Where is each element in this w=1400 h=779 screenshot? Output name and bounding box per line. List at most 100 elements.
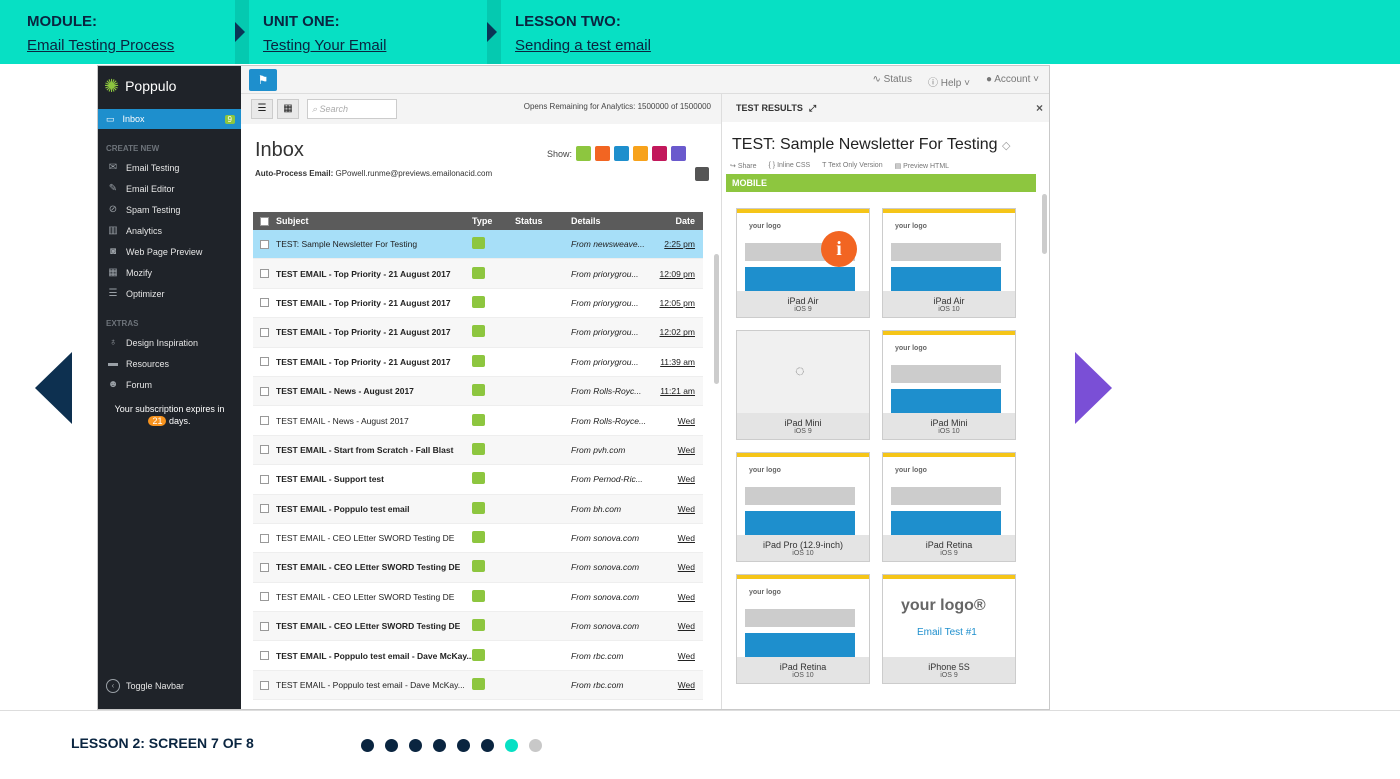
row-date[interactable]: Wed: [655, 621, 695, 631]
row-checkbox[interactable]: [260, 621, 269, 631]
notifications-button[interactable]: ⚑: [249, 69, 277, 91]
table-row[interactable]: TEST EMAIL - Support test From Pernod-Ric…: [253, 465, 703, 495]
row-checkbox[interactable]: [260, 504, 269, 514]
device-card[interactable]: your logo iPad Retina iOS 9: [882, 452, 1016, 562]
next-screen-arrow[interactable]: [1075, 352, 1112, 424]
table-row[interactable]: TEST EMAIL - Poppulo test email - Dave M…: [253, 670, 703, 701]
sidebar-item-web-page-preview[interactable]: ◙ Web Page Preview: [98, 241, 241, 262]
table-row[interactable]: TEST EMAIL - Poppulo test email From bh.c…: [253, 494, 703, 524]
column-subject[interactable]: Subject: [276, 216, 472, 226]
table-row[interactable]: TEST EMAIL - CEO LEtter SWORD Testing DE…: [253, 524, 703, 554]
table-row[interactable]: TEST: Sample Newsletter For Testing From …: [253, 230, 703, 260]
table-row[interactable]: TEST EMAIL - CEO LEtter SWORD Testing DE…: [253, 612, 703, 642]
row-date[interactable]: Wed: [655, 533, 695, 543]
sidebar-item-forum[interactable]: ☻ Forum: [98, 374, 241, 395]
progress-dot[interactable]: [409, 739, 422, 752]
inline-css-button[interactable]: { } Inline CSS: [769, 162, 811, 170]
row-date[interactable]: Wed: [655, 474, 695, 484]
row-checkbox[interactable]: [260, 533, 269, 543]
filter-analytics-icon[interactable]: [614, 146, 630, 161]
filter-spam-icon[interactable]: [595, 146, 611, 161]
select-all-checkbox[interactable]: [260, 216, 269, 226]
sidebar-item-spam-testing[interactable]: ⊘ Spam Testing: [98, 199, 241, 220]
sidebar-item-analytics[interactable]: ▥ Analytics: [98, 220, 241, 241]
table-row[interactable]: TEST EMAIL - Poppulo test email - Dave M…: [253, 641, 703, 671]
info-icon[interactable]: i: [821, 231, 857, 267]
row-date[interactable]: 2:25 pm: [655, 239, 695, 249]
text-only-button[interactable]: T Text Only Version: [822, 162, 882, 170]
row-checkbox[interactable]: [260, 327, 269, 337]
row-date[interactable]: 11:39 am: [655, 357, 695, 367]
column-type[interactable]: Type: [472, 216, 515, 226]
row-date[interactable]: Wed: [655, 504, 695, 514]
row-checkbox[interactable]: [260, 651, 269, 661]
table-row[interactable]: TEST EMAIL - Top Priority - 21 August 20…: [253, 289, 703, 319]
sidebar-item-inbox[interactable]: ▭ Inbox 9: [98, 109, 241, 129]
table-row[interactable]: TEST EMAIL - Top Priority - 21 August 20…: [253, 259, 703, 289]
row-checkbox[interactable]: [260, 239, 269, 249]
search-input[interactable]: ⌕ Search: [307, 99, 397, 119]
table-row[interactable]: TEST EMAIL - News - August 2017 From Roll…: [253, 406, 703, 436]
device-card[interactable]: your logo® Email Test #1 iPhone 5S iOS 9: [882, 574, 1016, 684]
table-row[interactable]: TEST EMAIL - CEO LEtter SWORD Testing DE…: [253, 553, 703, 583]
table-row[interactable]: TEST EMAIL - News - August 2017 From Roll…: [253, 376, 703, 407]
close-icon[interactable]: ×: [1036, 101, 1043, 115]
sidebar-item-design-inspiration[interactable]: ♁ Design Inspiration: [98, 332, 241, 353]
row-date[interactable]: 12:02 pm: [655, 327, 695, 337]
device-card[interactable]: ◌ iPad Mini iOS 9: [736, 330, 870, 440]
unit-link[interactable]: Testing Your Email: [263, 37, 488, 54]
tag-icon[interactable]: ◇: [1002, 140, 1010, 152]
progress-dot[interactable]: [433, 739, 446, 752]
row-checkbox[interactable]: [260, 562, 269, 572]
progress-dot[interactable]: [361, 739, 374, 752]
column-status[interactable]: Status: [515, 216, 571, 226]
table-row[interactable]: TEST EMAIL - Start from Scratch - Fall B…: [253, 435, 703, 466]
device-card[interactable]: your logo iPad Air iOS 10: [882, 208, 1016, 318]
device-card[interactable]: your logo iPad Retina iOS 10: [736, 574, 870, 684]
share-button[interactable]: ↪ Share: [730, 162, 757, 170]
lesson-link[interactable]: Sending a test email: [515, 37, 1400, 54]
table-row[interactable]: TEST EMAIL - CEO LEtter SWORD Testing DE…: [253, 583, 703, 613]
grid-view-button[interactable]: ▦: [277, 99, 299, 119]
row-date[interactable]: Wed: [655, 416, 695, 426]
row-checkbox[interactable]: [260, 386, 269, 396]
progress-dot[interactable]: [385, 739, 398, 752]
progress-dot[interactable]: [529, 739, 542, 752]
row-checkbox[interactable]: [260, 298, 269, 308]
row-date[interactable]: 11:21 am: [655, 386, 695, 396]
device-card[interactable]: your logo iPad Pro (12.9-inch) iOS 10: [736, 452, 870, 562]
row-checkbox[interactable]: [260, 357, 269, 367]
expand-icon[interactable]: ⤢: [809, 103, 816, 114]
sidebar-item-mozify[interactable]: ▦ Mozify: [98, 262, 241, 283]
preview-html-button[interactable]: ▤ Preview HTML: [895, 162, 949, 170]
row-date[interactable]: Wed: [655, 562, 695, 572]
status-link[interactable]: ∿ Status: [872, 74, 912, 89]
toggle-navbar-button[interactable]: ‹ Toggle Navbar: [106, 679, 184, 693]
sidebar-item-email-editor[interactable]: ✎ Email Editor: [98, 178, 241, 199]
row-checkbox[interactable]: [260, 445, 269, 455]
module-link[interactable]: Email Testing Process: [27, 37, 236, 54]
row-date[interactable]: 12:09 pm: [655, 269, 695, 279]
previous-screen-arrow[interactable]: [35, 352, 72, 424]
device-card[interactable]: your logo iPad Mini iOS 10: [882, 330, 1016, 440]
sidebar-item-resources[interactable]: ▬ Resources: [98, 353, 241, 374]
progress-dot[interactable]: [457, 739, 470, 752]
row-checkbox[interactable]: [260, 269, 269, 279]
filter-email-icon[interactable]: [576, 146, 592, 161]
list-view-button[interactable]: ☰: [251, 99, 273, 119]
device-card[interactable]: your logo i iPad Air iOS 9: [736, 208, 870, 318]
filter-mozify-icon[interactable]: [652, 146, 668, 161]
sidebar-item-email-testing[interactable]: ✉ Email Testing: [98, 157, 241, 178]
table-row[interactable]: TEST EMAIL - Top Priority - 21 August 20…: [253, 318, 703, 348]
row-checkbox[interactable]: [260, 416, 269, 426]
results-scrollbar[interactable]: [1042, 194, 1047, 254]
row-checkbox[interactable]: [260, 474, 269, 484]
auto-process-mail-button[interactable]: [695, 167, 709, 181]
progress-dot[interactable]: [505, 739, 518, 752]
sidebar-item-optimizer[interactable]: ☰ Optimizer: [98, 283, 241, 304]
column-details[interactable]: Details: [571, 216, 655, 226]
progress-dot[interactable]: [481, 739, 494, 752]
table-row[interactable]: TEST EMAIL - Top Priority - 21 August 20…: [253, 348, 703, 377]
inbox-scrollbar[interactable]: [714, 254, 719, 384]
filter-editor-icon[interactable]: [671, 146, 687, 161]
